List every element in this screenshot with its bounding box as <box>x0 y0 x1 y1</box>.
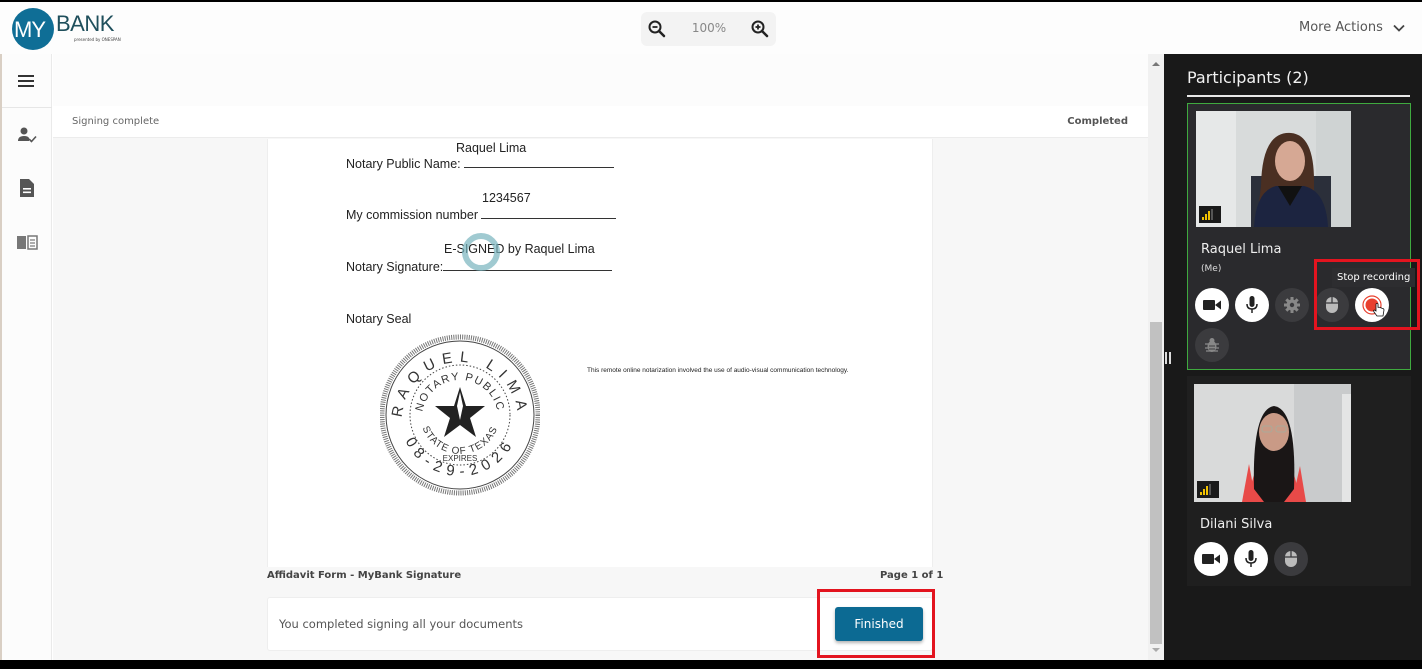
zoom-control: 100% <box>641 12 776 46</box>
microphone-icon <box>1246 296 1258 313</box>
menu-icon <box>18 75 34 87</box>
mouse-icon <box>1326 297 1338 313</box>
signal-strength-icon <box>1197 481 1219 498</box>
stop-recording-tooltip: Stop recording <box>1332 268 1416 287</box>
page-indicator: Page 1 of 1 <box>880 570 944 581</box>
participant-card: Dilani Silva <box>1187 376 1411 586</box>
settings-button[interactable] <box>1275 288 1309 322</box>
panel-resize-handle[interactable] <box>1165 352 1171 364</box>
document-page <box>267 139 933 567</box>
camera-icon <box>1202 554 1220 564</box>
camera-toggle-button[interactable] <box>1194 542 1228 576</box>
mybank-logo[interactable]: MY BANK presented by ONESPAN <box>12 8 142 50</box>
viewer-top-area <box>53 54 1148 106</box>
commission-line <box>481 209 617 219</box>
document-title: Affidavit Form - MyBank Signature <box>267 570 462 581</box>
document-status: Completed <box>1067 116 1128 127</box>
completion-bar: You completed signing all your documents… <box>267 597 933 651</box>
scroll-down-arrow[interactable] <box>1152 648 1160 652</box>
remote-control-button[interactable] <box>1315 288 1349 322</box>
signing-status-bar: Signing complete Completed <box>53 106 1148 138</box>
document-scrollbar[interactable] <box>1148 54 1164 660</box>
participants-title: Participants (2) <box>1187 68 1309 87</box>
zoom-in-icon <box>751 20 769 38</box>
nav-divider <box>2 107 52 108</box>
zoom-out-icon <box>648 20 666 38</box>
document-viewer: Signing complete Completed Affidavit For… <box>53 54 1148 660</box>
microphone-toggle-button[interactable] <box>1235 288 1269 322</box>
more-actions-dropdown[interactable]: More Actions <box>1299 20 1405 35</box>
rt-disclaimer: This remote online notarization involved… <box>587 367 849 374</box>
notary-name-value: Raquel Lima <box>456 141 527 155</box>
seal-state: STATE OF TEXAS <box>420 425 501 458</box>
signer-check-icon <box>18 127 37 143</box>
participants-divider <box>1187 95 1410 97</box>
chevron-down-icon <box>1393 24 1405 32</box>
zoom-level: 100% <box>691 21 727 35</box>
participant-card: Raquel Lima (Me) <box>1187 103 1411 370</box>
finished-button[interactable]: Finished <box>835 607 923 641</box>
signing-status: Signing complete <box>72 116 160 127</box>
remote-control-button[interactable] <box>1274 542 1308 576</box>
participant-name: Dilani Silva <box>1200 517 1273 532</box>
camera-toggle-button[interactable] <box>1195 288 1229 322</box>
left-sidebar <box>0 54 52 660</box>
hand-cursor-icon <box>1373 303 1385 317</box>
bug-icon <box>1205 338 1219 352</box>
participant-video <box>1194 384 1351 502</box>
notary-name-label: Notary Public Name: <box>346 157 615 171</box>
app: MY BANK presented by ONESPAN 100% More A… <box>0 0 1422 669</box>
zoom-in-button[interactable] <box>750 19 770 39</box>
more-actions-label: More Actions <box>1299 20 1383 35</box>
commission-value: 1234567 <box>482 191 531 205</box>
zoom-out-button[interactable] <box>647 19 667 39</box>
debug-button[interactable] <box>1195 328 1229 362</box>
notary-name-label-text: Notary Public Name: <box>346 157 461 171</box>
microphone-toggle-button[interactable] <box>1234 542 1268 576</box>
logo-bank: BANK <box>56 11 114 36</box>
commission-label-text: My commission number <box>346 208 478 222</box>
participant-name: Raquel Lima <box>1201 242 1282 257</box>
sidebar-item-guide[interactable] <box>2 222 52 262</box>
participants-panel: Participants (2) Raquel Lima (Me) Dilani… <box>1164 54 1422 660</box>
scroll-thumb[interactable] <box>1150 322 1162 644</box>
document-icon <box>20 179 34 197</box>
menu-button[interactable] <box>2 61 52 101</box>
signature-label-text: Notary Signature: <box>346 260 444 274</box>
seal-label: Notary Seal <box>346 312 412 326</box>
microphone-icon <box>1245 550 1257 567</box>
logo-subtitle: presented by ONESPAN <box>74 37 121 42</box>
sidebar-item-documents[interactable] <box>2 168 52 208</box>
sidebar-item-signers[interactable] <box>2 115 52 155</box>
mouse-icon <box>1285 551 1297 567</box>
stop-recording-button[interactable] <box>1355 288 1389 322</box>
bottom-border <box>0 660 1422 669</box>
participant-video <box>1196 111 1351 227</box>
header: MY BANK presented by ONESPAN 100% More A… <box>0 2 1422 54</box>
completion-message: You completed signing all your documents <box>279 617 523 631</box>
scroll-up-arrow[interactable] <box>1152 62 1160 66</box>
participant-tag: (Me) <box>1201 264 1222 274</box>
gear-icon <box>1284 297 1300 313</box>
notary-seal: RAQUEL LIMA 08-29-2026 NOTARY PUBLIC STA… <box>380 334 540 496</box>
logo-my: MY <box>14 17 46 42</box>
camera-icon <box>1203 300 1221 310</box>
signal-strength-icon <box>1199 206 1221 223</box>
click-indicator <box>462 233 500 271</box>
notary-name-line <box>464 158 615 168</box>
book-icon <box>17 235 38 250</box>
seal-expires-label: EXPIRES <box>443 454 478 463</box>
commission-label: My commission number <box>346 208 617 222</box>
